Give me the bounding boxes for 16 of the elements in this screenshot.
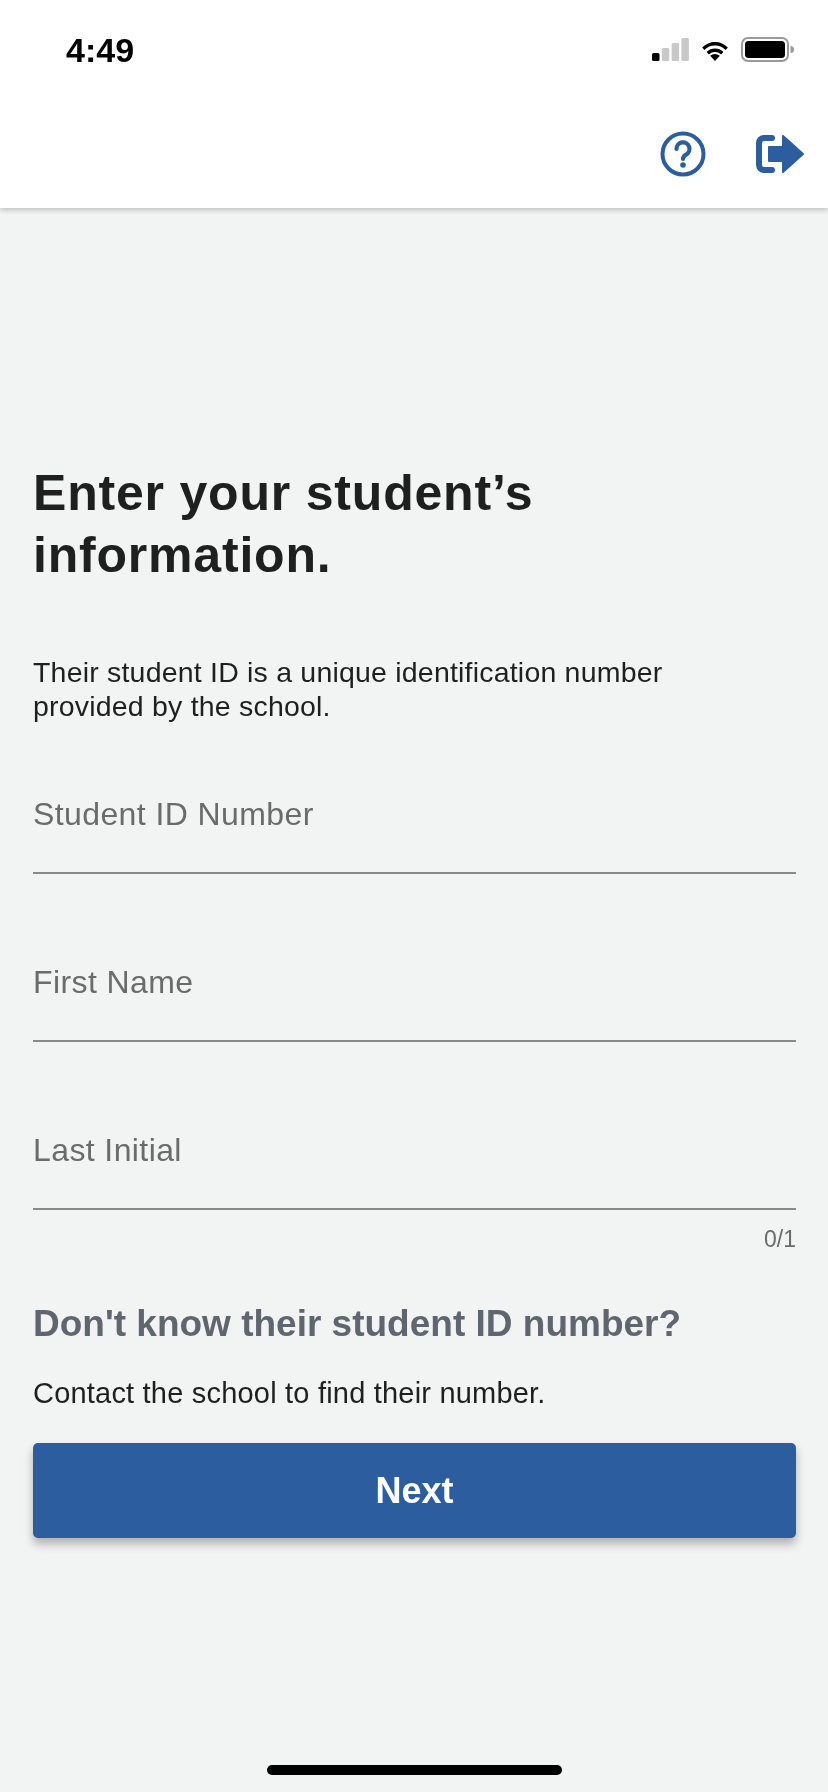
description-text: Their student ID is a unique identification number provided by the school.	[33, 655, 664, 723]
status-time: 4:49	[66, 30, 135, 70]
next-button[interactable]: Next	[33, 1443, 796, 1538]
battery-icon	[741, 37, 794, 62]
logout-button[interactable]	[756, 133, 804, 175]
page-title: Enter your student’s information.	[33, 464, 535, 585]
help-heading: Don't know their student ID number?	[33, 1302, 683, 1346]
exit-arrow-icon	[756, 133, 804, 175]
input-field[interactable]: First Name	[33, 958, 796, 1042]
help-icon	[660, 131, 706, 177]
help-button[interactable]	[660, 131, 706, 177]
input-field[interactable]: Student ID Number	[33, 790, 796, 874]
help-text: Contact the school to find their number.	[33, 1376, 547, 1410]
signal-icon	[652, 38, 689, 61]
character-counter: 0/1	[764, 1226, 796, 1252]
input-field[interactable]: Last Initial	[33, 1126, 796, 1210]
